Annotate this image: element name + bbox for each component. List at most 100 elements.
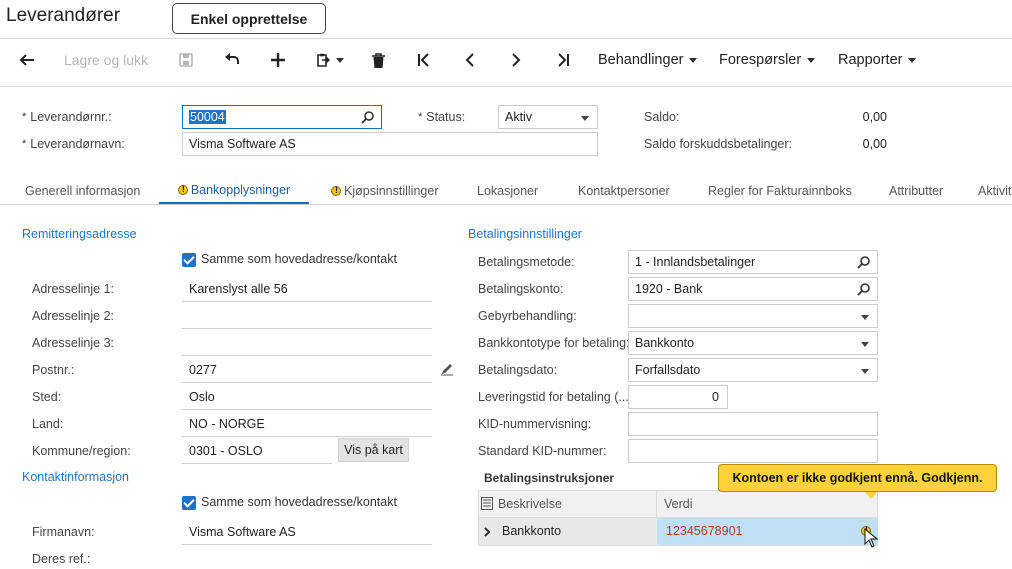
prepay-balance-label: Saldo forskuddsbetalinger:	[644, 137, 793, 151]
vendor-name-label: * Leverandørnavn:	[22, 137, 125, 151]
checkbox-checked-icon	[182, 252, 196, 267]
tab-activities[interactable]: Aktivite	[978, 177, 1012, 205]
tab-attributes[interactable]: Attributter	[889, 177, 943, 205]
account-type-value: Bankkonto	[635, 336, 695, 350]
copy-paste-icon[interactable]	[310, 40, 350, 80]
vendor-no-input[interactable]: 50004	[182, 105, 382, 129]
reports-menu-label: Rapporter	[838, 52, 903, 68]
vendor-name-input[interactable]: Visma Software AS	[182, 132, 598, 156]
tab-bank-info[interactable]: Bankopplysninger	[159, 177, 309, 205]
actions-menu-label: Behandlinger	[598, 52, 684, 68]
instructions-title: Betalingsinstruksjoner	[484, 471, 615, 485]
prev-record-icon[interactable]	[458, 40, 482, 80]
status-select[interactable]: Aktiv	[498, 105, 598, 129]
payment-account-value: 1920 - Bank	[635, 282, 703, 296]
contact-section-title: Kontaktinformasjon	[22, 470, 130, 484]
fee-handling-label: Gebyrbehandling:	[478, 309, 577, 323]
addr3-label: Adresselinje 3:	[32, 336, 114, 350]
grid-settings-icon[interactable]	[481, 497, 493, 513]
row-description: Bankkonto	[502, 524, 562, 538]
postal-field[interactable]: 0277	[182, 357, 432, 383]
chevron-down-icon	[861, 369, 869, 374]
county-label: Kommune/region:	[32, 444, 131, 458]
reports-menu[interactable]: Rapporter	[838, 40, 922, 80]
last-record-icon[interactable]	[551, 40, 575, 80]
arrow-left-icon[interactable]	[14, 40, 40, 80]
chevron-down-icon	[908, 57, 917, 63]
grid-col-divider	[656, 490, 657, 518]
payment-date-value: Forfallsdato	[635, 363, 701, 377]
balance-value: 0,00	[862, 110, 887, 124]
addr1-label: Adresselinje 1:	[32, 282, 114, 296]
addr2-field[interactable]	[182, 303, 432, 329]
chevron-down-icon	[807, 57, 816, 63]
search-icon[interactable]	[857, 282, 871, 296]
save-close-button[interactable]: Lagre og lukk	[56, 40, 156, 80]
warning-icon	[331, 185, 341, 196]
payment-method-field[interactable]: 1 - Innlandsbetalinger	[628, 250, 878, 274]
kid-display-label: KID-nummervisning:	[478, 417, 592, 431]
tab-contacts[interactable]: Kontaktpersoner	[578, 177, 670, 205]
tab-locations[interactable]: Lokasjoner	[477, 177, 538, 205]
addr1-field[interactable]: Karenslyst alle 56	[182, 276, 432, 302]
addr3-field[interactable]	[182, 330, 432, 356]
col-value-header[interactable]: Verdi	[664, 497, 693, 511]
inquiries-menu[interactable]: Forespørsler	[719, 40, 819, 80]
country-field[interactable]: NO - NORGE	[182, 411, 432, 437]
payment-method-value: 1 - Innlandsbetalinger	[635, 255, 756, 269]
fee-handling-select[interactable]	[628, 304, 878, 328]
tab-purchase-settings[interactable]: Kjøpsinnstillinger	[331, 177, 438, 205]
actions-menu[interactable]: Behandlinger	[598, 40, 700, 80]
payment-section-title: Betalingsinnstillinger	[468, 227, 582, 241]
lead-time-input[interactable]: 0	[628, 385, 728, 409]
floppy-disk-icon[interactable]	[174, 40, 198, 80]
checkbox-checked-icon	[182, 495, 196, 510]
account-type-label: Bankkontotype for betaling:	[478, 336, 630, 350]
account-type-select[interactable]: Bankkonto	[628, 331, 878, 355]
tab-invoice-inbox-rules[interactable]: Regler for Fakturainnboks	[708, 177, 852, 205]
payment-account-label: Betalingskonto:	[478, 282, 564, 296]
payment-method-label: Betalingsmetode:	[478, 255, 575, 269]
pencil-icon[interactable]	[440, 362, 454, 379]
mouse-cursor-icon	[864, 528, 878, 548]
reference-label: Deres ref.:	[32, 552, 91, 566]
tab-general-info[interactable]: Generell informasjon	[25, 177, 140, 205]
quick-create-tab[interactable]: Enkel opprettelse	[172, 3, 326, 34]
plus-icon[interactable]	[266, 40, 290, 80]
tab-divider	[0, 204, 1012, 205]
col-description-header[interactable]: Beskrivelse	[498, 497, 562, 511]
trash-icon[interactable]	[366, 40, 390, 80]
kid-display-input[interactable]	[628, 412, 878, 436]
company-field[interactable]: Visma Software AS	[182, 519, 432, 545]
addr2-label: Adresselinje 2:	[32, 309, 114, 323]
contact-same-checkbox[interactable]: Samme som hovedadresse/kontakt	[182, 495, 397, 510]
page-title: Leverandører	[6, 5, 121, 26]
chevron-down-icon	[861, 315, 869, 320]
city-field[interactable]: Oslo	[182, 384, 432, 410]
undo-icon[interactable]	[220, 40, 244, 80]
warning-icon	[177, 184, 188, 195]
toolbar: Lagre og lukk Behandlinger Forespørsler …	[0, 40, 1012, 80]
search-icon[interactable]	[857, 255, 871, 269]
status-label: * Status:	[418, 110, 466, 124]
country-label: Land:	[32, 417, 64, 431]
row-value: 12345678901	[666, 524, 743, 538]
inquiries-menu-label: Forespørsler	[719, 52, 802, 68]
first-record-icon[interactable]	[412, 40, 436, 80]
next-record-icon[interactable]	[504, 40, 528, 80]
search-icon[interactable]	[361, 110, 375, 124]
row-pointer-icon	[484, 527, 491, 537]
payment-account-field[interactable]: 1920 - Bank	[628, 277, 878, 301]
remit-same-checkbox[interactable]: Samme som hovedadresse/kontakt	[182, 252, 397, 267]
chevron-down-icon	[581, 116, 589, 121]
standard-kid-input[interactable]	[628, 439, 878, 463]
payment-date-label: Betalingsdato:	[478, 363, 558, 377]
payment-date-select[interactable]: Forfallsdato	[628, 358, 878, 382]
tab-bar: Generell informasjon Bankopplysninger Kj…	[0, 177, 1012, 205]
show-on-map-button[interactable]: Vis på kart	[338, 438, 409, 462]
postal-label: Postnr.:	[32, 363, 75, 377]
county-field[interactable]: 0301 - OSLO	[182, 438, 332, 464]
company-label: Firmanavn:	[32, 525, 95, 539]
toolbar-divider	[0, 86, 1012, 87]
table-row[interactable]: Bankkonto 12345678901	[478, 518, 878, 546]
